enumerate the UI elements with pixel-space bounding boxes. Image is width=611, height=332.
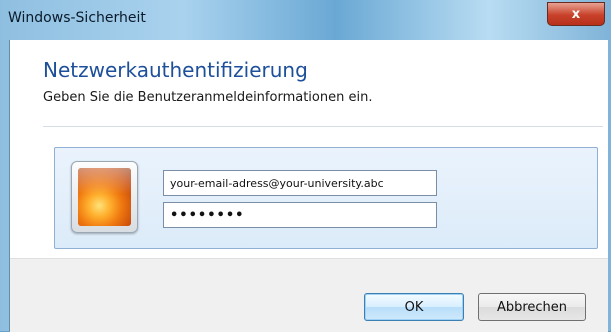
avatar bbox=[71, 161, 138, 233]
password-field[interactable] bbox=[163, 202, 437, 228]
dialog-body: Netzwerkauthentifizierung Geben Sie die … bbox=[9, 40, 608, 332]
button-bar: OK Abbrechen bbox=[10, 258, 608, 332]
title-bar[interactable]: Windows-Sicherheit x bbox=[0, 0, 611, 40]
close-button[interactable]: x bbox=[547, 2, 605, 26]
window-frame: Windows-Sicherheit x Netzwerkauthentifiz… bbox=[0, 0, 611, 332]
close-icon: x bbox=[571, 6, 581, 22]
cancel-button[interactable]: Abbrechen bbox=[478, 293, 586, 321]
dialog-instruction: Geben Sie die Benutzeranmeldeinformation… bbox=[43, 90, 373, 105]
dialog-heading: Netzwerkauthentifizierung bbox=[43, 58, 308, 82]
window-title: Windows-Sicherheit bbox=[8, 10, 146, 26]
divider bbox=[43, 126, 603, 127]
credential-tile[interactable] bbox=[54, 147, 598, 249]
username-field[interactable] bbox=[163, 170, 437, 196]
user-tile-flower-icon bbox=[78, 168, 131, 226]
ok-button[interactable]: OK bbox=[364, 293, 464, 321]
